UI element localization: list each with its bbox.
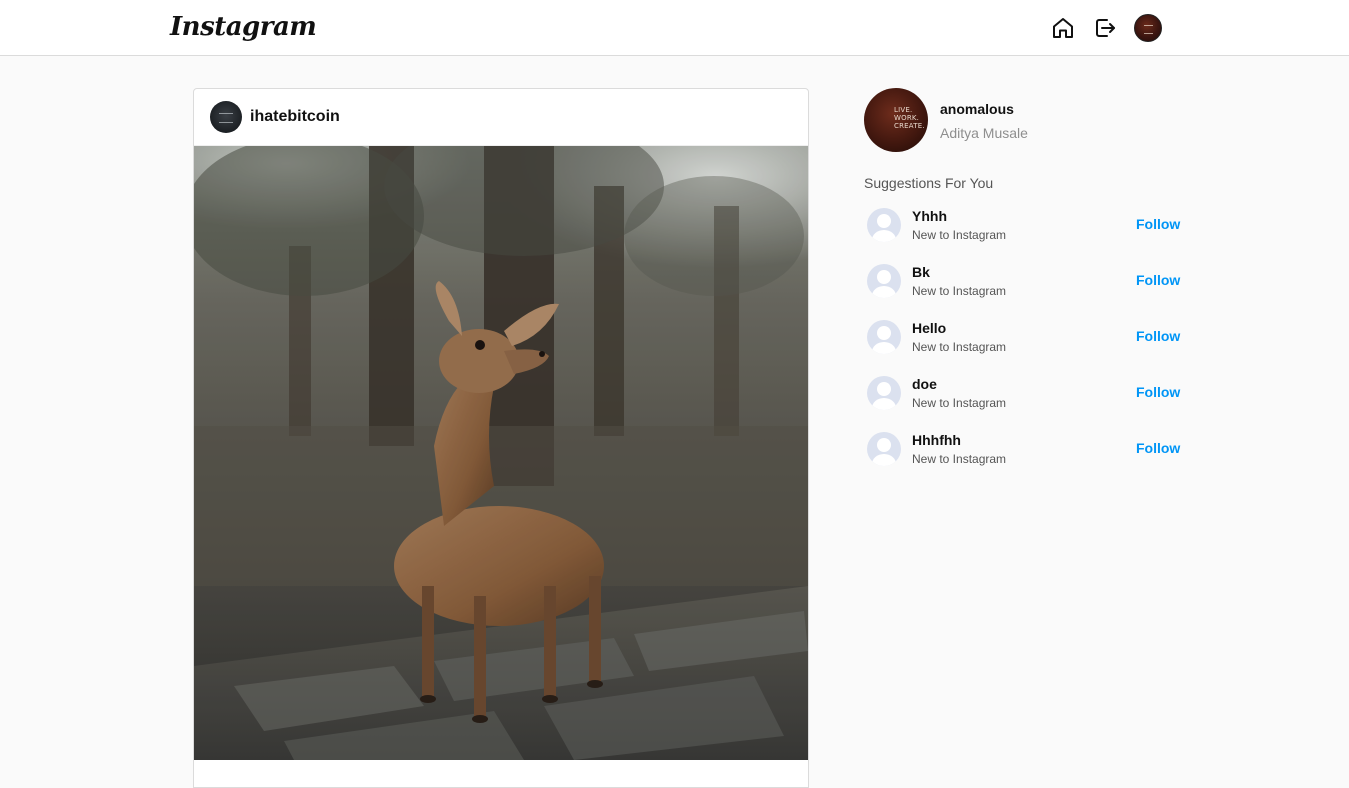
instagram-logo[interactable]: Instagram <box>170 12 317 42</box>
default-avatar-icon[interactable] <box>867 432 901 466</box>
post-image[interactable] <box>194 146 808 760</box>
current-user-fullname: Aditya Musale <box>940 125 1028 141</box>
suggestion-username[interactable]: Hhhfhh <box>912 432 961 448</box>
suggestion-subtitle: New to Instagram <box>912 340 1007 354</box>
profile-avatar-icon[interactable] <box>1134 14 1162 42</box>
current-user-username[interactable]: anomalous <box>940 101 1014 117</box>
suggestion-item: Bk New to Instagram Follow <box>864 262 1184 310</box>
follow-button[interactable]: Follow <box>1136 216 1180 232</box>
follow-button[interactable]: Follow <box>1136 328 1180 344</box>
default-avatar-icon[interactable] <box>867 208 901 242</box>
suggestions-heading: Suggestions For You <box>864 175 994 191</box>
suggestion-subtitle: New to Instagram <box>912 284 1007 298</box>
avatar-logo-text: LIVE. WORK. CREATE. <box>894 106 925 130</box>
default-avatar-icon[interactable] <box>867 320 901 354</box>
post-author-username[interactable]: ihatebitcoin <box>250 108 340 126</box>
suggestion-item: doe New to Instagram Follow <box>864 374 1184 422</box>
suggestion-username[interactable]: Bk <box>912 264 930 280</box>
current-user-avatar[interactable]: LIVE. WORK. CREATE. <box>864 88 928 152</box>
suggestion-item: Yhhh New to Instagram Follow <box>864 206 1184 254</box>
follow-button[interactable]: Follow <box>1136 272 1180 288</box>
suggestion-subtitle: New to Instagram <box>912 396 1007 410</box>
logout-icon[interactable] <box>1093 16 1117 40</box>
default-avatar-icon[interactable] <box>867 264 901 298</box>
suggestion-username[interactable]: Hello <box>912 320 946 336</box>
default-avatar-icon[interactable] <box>867 376 901 410</box>
suggestion-subtitle: New to Instagram <box>912 228 1007 242</box>
suggestion-username[interactable]: doe <box>912 376 937 392</box>
follow-button[interactable]: Follow <box>1136 440 1180 456</box>
follow-button[interactable]: Follow <box>1136 384 1180 400</box>
feed-post: ihatebitcoin <box>193 88 809 788</box>
home-icon[interactable] <box>1051 16 1075 40</box>
suggestion-subtitle: New to Instagram <box>912 452 1007 466</box>
post-header: ihatebitcoin <box>194 89 808 146</box>
suggestion-item: Hhhfhh New to Instagram Follow <box>864 430 1184 478</box>
suggestion-item: Hello New to Instagram Follow <box>864 318 1184 366</box>
deer-photo <box>194 146 808 760</box>
top-nav-bar: Instagram <box>0 0 1349 56</box>
post-author-avatar[interactable] <box>210 101 242 133</box>
suggestion-username[interactable]: Yhhh <box>912 208 947 224</box>
